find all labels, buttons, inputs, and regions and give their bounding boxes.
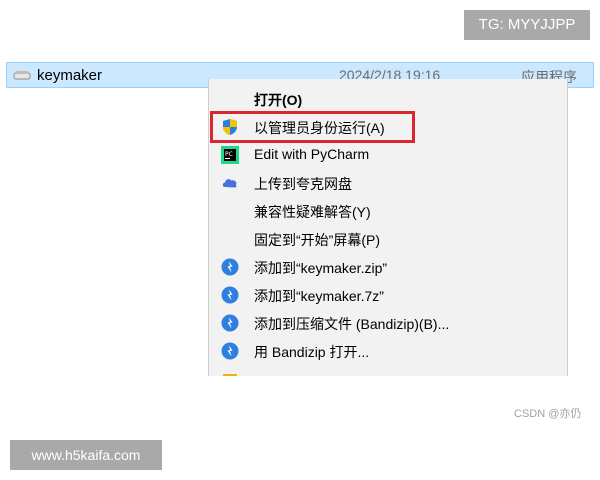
menu-item-cutoff [209,365,567,376]
run-as-admin-highlight-box [210,111,415,143]
menu-item-label: 上传到夸克网盘 [254,176,352,192]
menu-item-add-archive-bandizip[interactable]: 添加到压缩文件 (Bandizip)(B)... [209,309,567,337]
pycharm-icon: PC [221,146,239,164]
csdn-watermark: CSDN @亦仍 [514,408,582,420]
menu-item-label: Edit with PyCharm [254,146,370,162]
menu-item-compat-troubleshoot[interactable]: 兼容性疑难解答(Y) [209,197,567,225]
bandizip-icon [221,314,239,332]
bandizip-icon [221,258,239,276]
menu-item-quark-upload[interactable]: 上传到夸克网盘 [209,169,567,197]
menu-item-label: 添加到“keymaker.zip” [254,260,388,276]
menu-item-label: 添加到压缩文件 (Bandizip)(B)... [254,316,450,332]
tg-watermark-badge: TG: MYYJJPP [464,10,590,40]
app-file-icon [13,68,31,82]
menu-item-pin-to-start[interactable]: 固定到“开始”屏幕(P) [209,225,567,253]
bandizip-icon [221,286,239,304]
menu-item-label: 添加到“keymaker.7z” [254,288,384,304]
partial-icon [221,370,239,376]
menu-item-open-with-bandizip[interactable]: 用 Bandizip 打开... [209,337,567,365]
site-watermark: www.h5kaifa.com [10,440,162,470]
menu-item-label: 打开(O) [254,92,303,108]
menu-item-label: 用 Bandizip 打开... [254,344,370,360]
menu-item-label: 固定到“开始”屏幕(P) [254,232,380,248]
menu-item-pycharm[interactable]: PC Edit with PyCharm [209,141,567,169]
quark-cloud-icon [221,174,239,192]
svg-text:PC: PC [225,151,233,158]
menu-item-add-7z[interactable]: 添加到“keymaker.7z” [209,281,567,309]
menu-item-add-zip[interactable]: 添加到“keymaker.zip” [209,253,567,281]
file-name: keymaker [37,67,103,84]
menu-item-open[interactable]: 打开(O) [209,85,567,113]
bandizip-icon [221,342,239,360]
menu-item-label: 兼容性疑难解答(Y) [254,204,371,220]
